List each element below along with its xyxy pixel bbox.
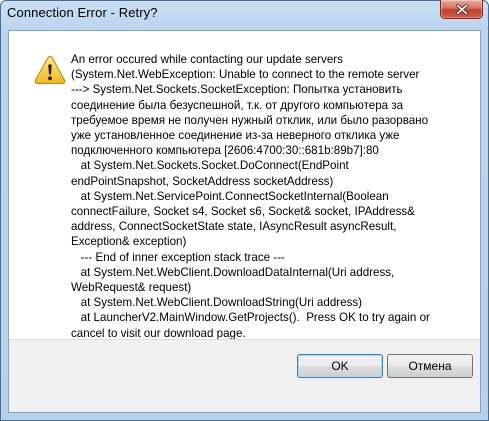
title-bar[interactable]: Connection Error - Retry? [1,0,488,27]
message-line: Exception& exception) [71,235,187,249]
message-line: --- End of inner exception stack trace -… [71,250,285,264]
message-line: at System.Net.WebClient.DownloadDataInte… [71,265,395,279]
message-line: at System.Net.Sockets.Socket.DoConnect(E… [71,159,349,173]
cancel-button[interactable]: Отмена [387,354,473,378]
message-line: endPointSnapshot, SocketAddress socketAd… [71,174,334,188]
message-line: соединение была безуспешной, т.к. от дру… [71,98,404,112]
dialog-window: Connection Error - Retry? An error occur… [0,0,489,421]
ok-button[interactable]: OK [297,354,383,378]
close-button[interactable] [440,0,483,19]
button-bar: OK Отмена [9,339,480,412]
dialog-client-area: An error occured while contacting our up… [8,30,481,413]
message-line: connectFailure, Socket s4, Socket s6, So… [71,205,415,219]
message-line: at LauncherV2.MainWindow.GetProjects(). … [71,311,430,325]
message-line: ---> System.Net.Sockets.SocketException:… [71,83,403,97]
error-message: An error occured while contacting our up… [71,52,471,341]
message-line: at System.Net.ServicePoint.ConnectSocket… [71,189,389,203]
message-line: уже установленное соединение из-за невер… [71,129,400,143]
message-line: WebRequest& request) [71,281,192,295]
message-line: требуемое время не получен нужный отклик… [71,113,429,127]
close-x-icon [455,3,468,15]
message-line: An error occured while contacting our up… [71,53,343,66]
message-line: подключенного компьютера [2606:4700:30::… [71,144,379,158]
message-line: (System.Net.WebException: Unable to conn… [71,68,420,82]
window-title: Connection Error - Retry? [7,5,158,20]
message-line: at System.Net.WebClient.DownloadString(U… [71,296,363,310]
message-line: address, ConnectSocketState state, IAsyn… [71,220,397,234]
warning-icon [34,55,66,84]
